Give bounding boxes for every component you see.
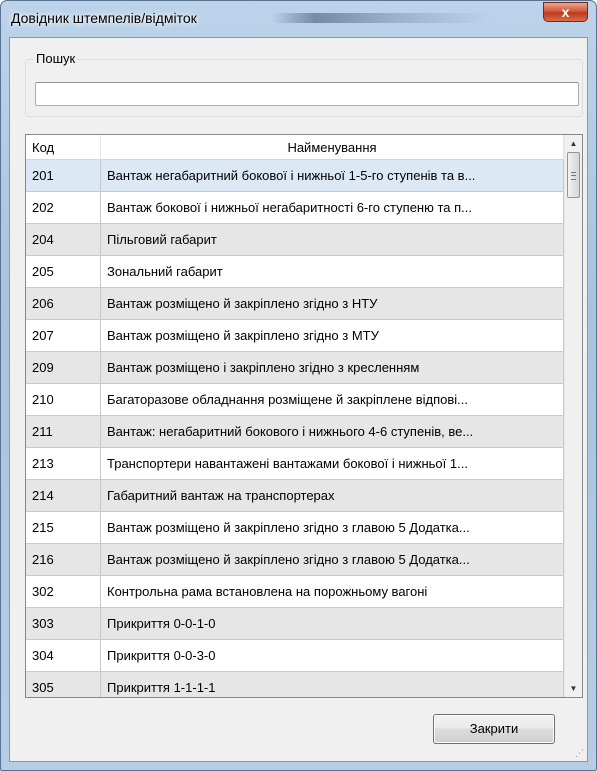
cell-name: Габаритний вантаж на транспортерах	[101, 480, 564, 512]
cell-code: 303	[26, 608, 101, 640]
resize-grip-icon[interactable]: ⋰	[574, 748, 584, 758]
table-row[interactable]: 201 Вантаж негабаритний бокової і нижньої…	[26, 160, 564, 192]
cell-name: Вантаж розміщено й закріплено згідно з Н…	[101, 288, 564, 320]
dialog-client-area: Пошук Код Найменування 201 Вантаж негабар…	[9, 37, 588, 762]
table-row[interactable]: 207 Вантаж розміщено й закріплено згідно …	[26, 320, 564, 352]
cell-code: 214	[26, 480, 101, 512]
scrollbar-thumb[interactable]	[567, 152, 580, 198]
cell-name: Вантаж: негабаритний бокового і нижнього…	[101, 416, 564, 448]
table-row[interactable]: 211 Вантаж: негабаритний бокового і нижнь…	[26, 416, 564, 448]
column-header-name[interactable]: Найменування	[101, 135, 564, 160]
table-row[interactable]: 206 Вантаж розміщено й закріплено згідно …	[26, 288, 564, 320]
cell-code: 201	[26, 160, 101, 192]
table-row[interactable]: 205 Зональний габарит	[26, 256, 564, 288]
cell-code: 205	[26, 256, 101, 288]
dialog-window: Довідник штемпелів/відміток x Пошук Код …	[0, 0, 597, 771]
grip-icon	[571, 172, 576, 180]
cell-code: 209	[26, 352, 101, 384]
cell-name: Вантаж розміщено й закріплено згідно з г…	[101, 512, 564, 544]
cell-name: Прикриття 0-0-1-0	[101, 608, 564, 640]
vertical-scrollbar[interactable]: ▲ ▼	[564, 135, 582, 697]
cell-name: Багаторазове обладнання розміщене й закр…	[101, 384, 564, 416]
cell-code: 202	[26, 192, 101, 224]
cell-code: 210	[26, 384, 101, 416]
search-input[interactable]	[35, 82, 579, 106]
cell-code: 211	[26, 416, 101, 448]
cell-code: 304	[26, 640, 101, 672]
close-button[interactable]: Закрити	[433, 714, 555, 744]
title-bar[interactable]: Довідник штемпелів/відміток x	[1, 1, 596, 37]
search-group-label: Пошук	[34, 51, 78, 66]
column-header-code[interactable]: Код	[26, 135, 101, 160]
cell-code: 215	[26, 512, 101, 544]
cell-name: Вантаж розміщено й закріплено згідно з М…	[101, 320, 564, 352]
window-title: Довідник штемпелів/відміток	[11, 10, 197, 26]
table-row[interactable]: 213 Транспортери навантажені вантажами бо…	[26, 448, 564, 480]
table-row[interactable]: 214 Габаритний вантаж на транспортерах	[26, 480, 564, 512]
cell-code: 204	[26, 224, 101, 256]
cell-name: Зональний габарит	[101, 256, 564, 288]
cell-name: Прикриття 0-0-3-0	[101, 640, 564, 672]
table-body: 201 Вантаж негабаритний бокової і нижньої…	[26, 160, 564, 697]
table-row[interactable]: 204 Пільговий габарит	[26, 224, 564, 256]
table-header: Код Найменування	[26, 135, 564, 160]
table-row[interactable]: 209 Вантаж розміщено і закріплено згідно …	[26, 352, 564, 384]
cell-name: Транспортери навантажені вантажами боков…	[101, 448, 564, 480]
table-row[interactable]: 216 Вантаж розміщено й закріплено згідно …	[26, 544, 564, 576]
table-row[interactable]: 202 Вантаж бокової і нижньої негабаритнос…	[26, 192, 564, 224]
table-row[interactable]: 210 Багаторазове обладнання розміщене й з…	[26, 384, 564, 416]
window-close-button[interactable]: x	[543, 2, 588, 22]
cell-code: 207	[26, 320, 101, 352]
cell-name: Пільговий габарит	[101, 224, 564, 256]
cell-code: 305	[26, 672, 101, 697]
cell-code: 302	[26, 576, 101, 608]
cell-name: Прикриття 1-1-1-1	[101, 672, 564, 697]
cell-name: Вантаж бокової і нижньої негабаритності …	[101, 192, 564, 224]
table-row[interactable]: 302 Контрольна рама встановлена на порожн…	[26, 576, 564, 608]
scroll-down-icon[interactable]: ▼	[565, 680, 582, 697]
cell-code: 216	[26, 544, 101, 576]
cell-name: Вантаж розміщено і закріплено згідно з к…	[101, 352, 564, 384]
cell-name: Вантаж негабаритний бокової і нижньої 1-…	[101, 160, 564, 192]
close-icon: x	[561, 4, 570, 20]
cell-name: Контрольна рама встановлена на порожньом…	[101, 576, 564, 608]
cell-name: Вантаж розміщено й закріплено згідно з г…	[101, 544, 564, 576]
table-row[interactable]: 215 Вантаж розміщено й закріплено згідно …	[26, 512, 564, 544]
table-row[interactable]: 304 Прикриття 0-0-3-0	[26, 640, 564, 672]
cell-code: 213	[26, 448, 101, 480]
cell-code: 206	[26, 288, 101, 320]
stamps-table: Код Найменування 201 Вантаж негабаритний …	[25, 134, 583, 698]
search-groupbox: Пошук	[25, 51, 583, 117]
table-row[interactable]: 303 Прикриття 0-0-1-0	[26, 608, 564, 640]
scroll-up-icon[interactable]: ▲	[565, 135, 582, 152]
table-row[interactable]: 305 Прикриття 1-1-1-1	[26, 672, 564, 697]
title-bar-decoration	[271, 13, 491, 23]
